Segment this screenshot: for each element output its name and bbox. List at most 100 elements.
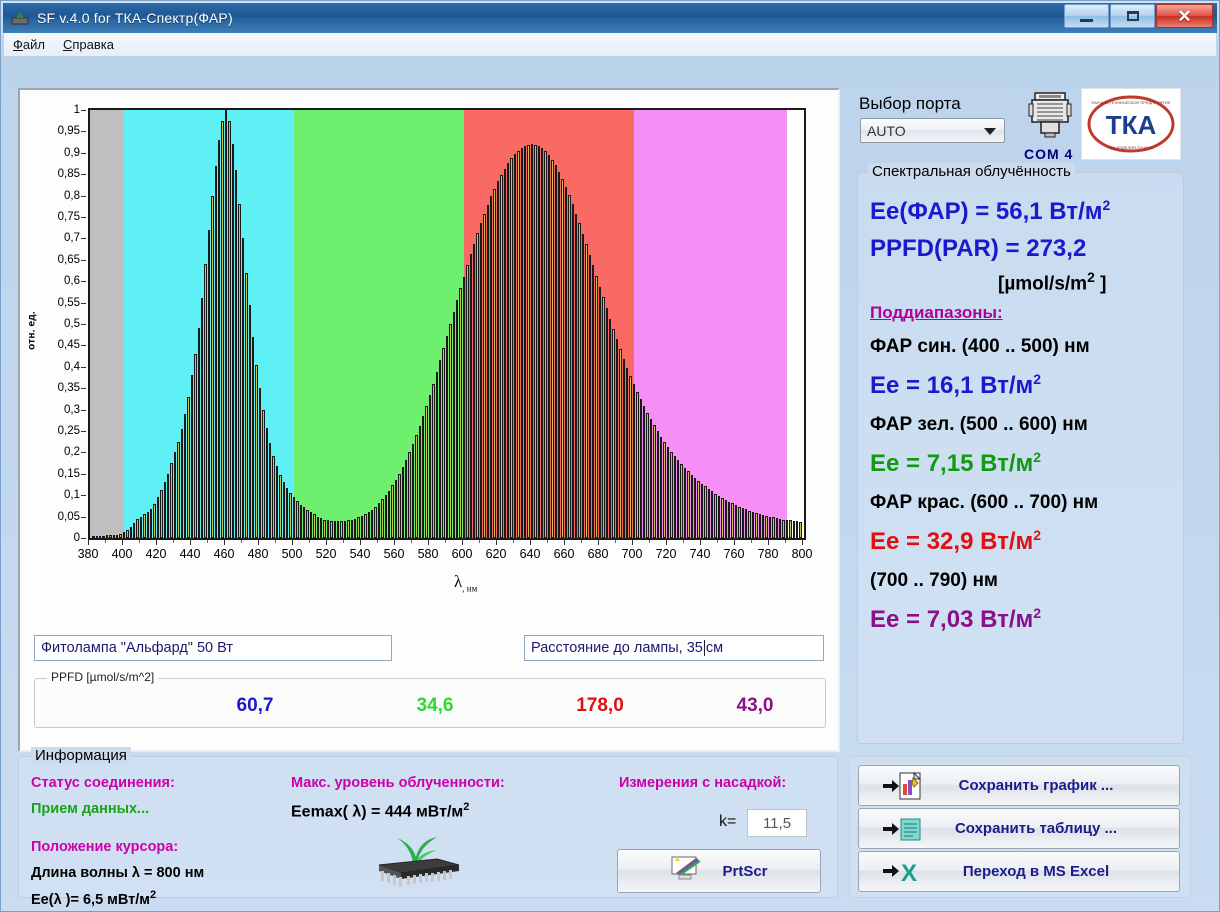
spectrum-bar (275, 466, 279, 538)
x-axis-tick (530, 540, 531, 545)
spectrum-bar (680, 463, 683, 538)
ee-par-text: Ee(ФАР) = 56,1 Вт/м (870, 198, 1103, 225)
prtscr-button[interactable]: PrtScr (617, 849, 821, 893)
spectrum-bar (265, 427, 268, 538)
lamp-name-value: Фитолампа "Альфард" 50 Вт (41, 640, 233, 656)
menu-item-file[interactable]: Файл (4, 35, 54, 54)
maximize-button[interactable] (1110, 4, 1155, 28)
spectrum-bar (741, 508, 744, 538)
lamp-name-input[interactable]: Фитолампа "Альфард" 50 Вт (34, 635, 392, 661)
spectrum-bar (602, 297, 605, 538)
spectrum-bar (612, 329, 615, 538)
excel-button[interactable]: X Переход в MS Excel (858, 851, 1180, 892)
x-axis-tick-label: 440 (179, 547, 201, 561)
close-button[interactable]: ✕ (1156, 4, 1213, 28)
x-axis-tick (632, 540, 633, 545)
x-axis-tick (751, 540, 752, 543)
y-axis-tick (81, 217, 86, 218)
x-axis-tick-label: 400 (111, 547, 133, 561)
spectrum-bar (302, 507, 306, 538)
ee-par-value: Ee(ФАР) = 56,1 Вт/м2 (870, 197, 1110, 226)
spectrum-bar (775, 518, 778, 538)
x-axis-tick (700, 540, 701, 545)
plot-wrapper: 0 0,05 0,1 0,15 0,2 0,25 0,3 0,35 0,4 0,45 0,5 0,55… (27, 100, 820, 620)
svg-text:ТКА: ТКА (1106, 110, 1157, 140)
spectrum-bar (591, 265, 595, 538)
spectrum-bar (734, 505, 738, 538)
y-axis-tick (81, 195, 86, 197)
cursor-position-label: Положение курсора: (31, 839, 179, 855)
spectrum-bar (523, 145, 527, 538)
x-axis-tick (666, 540, 667, 545)
chip-plant-icon (367, 835, 463, 887)
spectrum-bar (761, 514, 765, 538)
spectrum-bar (765, 515, 768, 538)
max-irradiance-label: Макс. уровень облученности: (291, 775, 505, 791)
spectrum-bar (704, 486, 707, 538)
y-axis-tick (81, 324, 86, 325)
x-axis-tick-label: 520 (315, 547, 337, 561)
x-axis-tick-label: 500 (281, 547, 303, 561)
subrange-value-text-3: Ee = 7,03 Вт/м (870, 606, 1034, 633)
menu-item-help[interactable]: Справка (54, 35, 123, 54)
spectrum-bar (795, 521, 799, 538)
y-axis-tick-label: 0,6 (64, 275, 80, 288)
spectrum-bar (636, 392, 639, 538)
spectrum-bar (585, 243, 588, 538)
spectrum-bar (513, 154, 517, 538)
spectrum-bar (666, 446, 670, 538)
y-axis-tick (81, 238, 86, 240)
y-axis-tick (81, 388, 86, 390)
spectrum-bar (296, 501, 299, 538)
distance-input[interactable]: Расстояние до лампы, 35 см (524, 635, 824, 661)
save-table-label: Сохранить таблицу ... (954, 820, 1118, 837)
menu-bar: Файл Справка (4, 33, 1216, 56)
x-axis-tick (581, 540, 582, 543)
subrange-range-1: ФАР зел. (500 .. 600) нм (870, 414, 1088, 435)
spectrum-bars (90, 110, 804, 538)
y-axis-labels: 0 0,05 0,1 0,15 0,2 0,25 0,3 0,35 0,4 0,45 0,5 0,55… (34, 100, 86, 548)
port-select[interactable]: AUTO (860, 118, 1005, 143)
spectrum-bar (714, 493, 717, 538)
spectrum-bar (102, 535, 105, 538)
x-axis-tick (224, 540, 225, 545)
spectrum-bar (772, 517, 775, 538)
max-irradiance-value: Eemax( λ) = 444 мВт/м2 (291, 801, 469, 821)
spectrum-bar (428, 395, 432, 538)
spectrum-bar (404, 459, 408, 538)
minimize-button[interactable] (1064, 4, 1109, 28)
spectrum-bar (306, 509, 309, 538)
x-axis-tick-label: 720 (655, 547, 677, 561)
spectrum-bar (748, 510, 751, 538)
spectrum-bar (279, 474, 282, 538)
spectrum-bar (751, 511, 755, 538)
y-axis-tick (81, 110, 86, 111)
x-axis-tick-label: 800 (791, 547, 813, 561)
save-graph-button[interactable]: Сохранить график ... (858, 765, 1180, 806)
x-axis-tick (683, 540, 684, 543)
spectrum-bar (340, 521, 343, 538)
ppfd-legend: PPFD [µmol/s/m^2] (47, 670, 159, 684)
spectrum-bar (163, 482, 166, 538)
spectrum-bar (506, 163, 510, 538)
svg-text:НАУЧНО-ТЕХНИЧЕСКОЕ ПРЕДПРИЯТИЕ: НАУЧНО-ТЕХНИЧЕСКОЕ ПРЕДПРИЯТИЕ (1091, 100, 1170, 105)
ppfd-value: 60,7 (236, 695, 274, 716)
spectrum-bar (398, 473, 401, 538)
x-axis-tick (428, 540, 429, 545)
subrange-value-2: Ee = 32,9 Вт/м2 (870, 527, 1041, 556)
k-input[interactable]: 11,5 (747, 809, 807, 837)
plot-area[interactable] (88, 108, 806, 540)
spectrum-bar (693, 477, 697, 538)
spectrum-bar (323, 519, 326, 538)
spectrum-bar (557, 171, 561, 538)
x-axis-tick (360, 540, 361, 545)
x-axis-tick-label: 640 (519, 547, 541, 561)
spectrum-bar (792, 520, 795, 538)
spectrum-bar (245, 272, 248, 538)
y-axis-tick-label: 0,45 (57, 339, 80, 352)
spectrum-bar (109, 535, 112, 538)
spectrum-bar (588, 254, 591, 538)
x-axis-tick-label: 740 (689, 547, 711, 561)
k-label: k= (719, 813, 737, 830)
save-table-button[interactable]: Сохранить таблицу ... (858, 808, 1180, 849)
